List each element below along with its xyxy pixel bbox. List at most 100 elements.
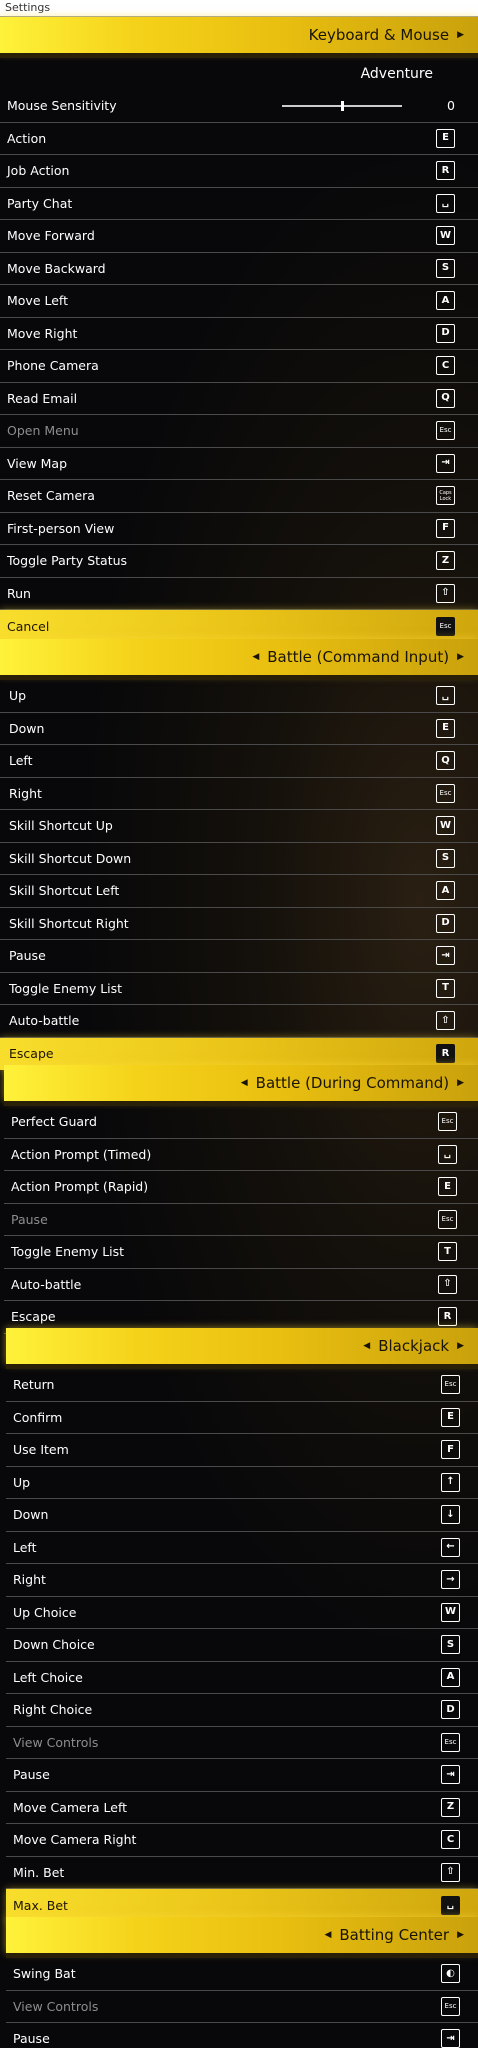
setting-row-view-controls[interactable]: View Controls Esc: [6, 1727, 478, 1759]
chevron-left-icon[interactable]: ◀: [241, 1078, 248, 1088]
setting-row-party-chat[interactable]: Party Chat ␣: [0, 188, 478, 220]
key-e-icon[interactable]: E: [436, 718, 455, 738]
key-t-icon[interactable]: T: [436, 978, 455, 998]
key-z-icon[interactable]: Z: [441, 1797, 460, 1817]
key-esc-icon[interactable]: Esc: [441, 1375, 460, 1395]
setting-row-toggle-enemy-list[interactable]: Toggle Enemy List T: [0, 973, 478, 1005]
setting-row-min-bet[interactable]: Min. Bet ⇧: [6, 1857, 478, 1889]
section-header[interactable]: ◀ Blackjack ▶: [6, 1328, 478, 1369]
key-w-icon[interactable]: W: [436, 226, 455, 246]
arrow-down-key-icon[interactable]: ↓: [441, 1505, 460, 1525]
key-z-icon[interactable]: Z: [436, 551, 455, 571]
chevron-right-icon[interactable]: ▶: [457, 1930, 464, 1940]
shift-key-icon[interactable]: ⇧: [436, 1011, 455, 1031]
setting-row-skill-shortcut-right[interactable]: Skill Shortcut Right D: [0, 908, 478, 940]
key-esc-icon[interactable]: Esc: [436, 616, 455, 636]
key-esc-icon[interactable]: Esc: [441, 1996, 460, 2016]
setting-row-use-item[interactable]: Use Item F: [6, 1434, 478, 1467]
setting-row-left[interactable]: Left ←: [6, 1532, 478, 1564]
key-c-icon[interactable]: C: [436, 356, 455, 376]
setting-row-up-choice[interactable]: Up Choice W: [6, 1597, 478, 1629]
setting-row-read-email[interactable]: Read Email Q: [0, 383, 478, 415]
mouse-left-button-icon[interactable]: ◐: [441, 1964, 460, 1984]
key-w-icon[interactable]: W: [441, 1602, 460, 1622]
setting-row-phone-camera[interactable]: Phone Camera C: [0, 350, 478, 383]
setting-row-left-choice[interactable]: Left Choice A: [6, 1662, 478, 1694]
setting-row-move-camera-left[interactable]: Move Camera Left Z: [6, 1792, 478, 1824]
setting-row-auto-battle[interactable]: Auto-battle ⇧: [4, 1269, 478, 1301]
caps-lock-key-icon[interactable]: Caps Lock: [436, 486, 455, 506]
setting-row-pause[interactable]: Pause ⇥: [6, 2023, 478, 2048]
setting-row-reset-camera[interactable]: Reset Camera Caps Lock: [0, 480, 478, 513]
key-s-icon[interactable]: S: [436, 258, 455, 278]
setting-row-pause[interactable]: Pause ⇥: [0, 940, 478, 973]
key-esc-icon[interactable]: Esc: [438, 1209, 457, 1229]
setting-row-perfect-guard[interactable]: Perfect Guard Esc: [4, 1106, 478, 1139]
arrow-left-key-icon[interactable]: ←: [441, 1537, 460, 1557]
key-a-icon[interactable]: A: [441, 1667, 460, 1687]
shift-key-icon[interactable]: ⇧: [438, 1274, 457, 1294]
setting-row-right[interactable]: Right →: [6, 1564, 478, 1597]
tab-key-icon[interactable]: ⇥: [441, 2029, 460, 2048]
key-esc-icon[interactable]: Esc: [438, 1112, 457, 1132]
setting-row-open-menu[interactable]: Open Menu Esc: [0, 415, 478, 448]
section-header[interactable]: ◀ Battle (Command Input) ▶: [0, 639, 478, 680]
setting-row-pause[interactable]: Pause Esc: [4, 1204, 478, 1236]
key-e-icon[interactable]: E: [436, 128, 455, 148]
setting-row-move-camera-right[interactable]: Move Camera Right C: [6, 1824, 478, 1857]
setting-row-right[interactable]: Right Esc: [0, 778, 478, 810]
key-w-icon[interactable]: W: [436, 816, 455, 836]
setting-row-toggle-party-status[interactable]: Toggle Party Status Z: [0, 545, 478, 578]
setting-row-swing-bat[interactable]: Swing Bat ◐: [6, 1958, 478, 1991]
shift-key-icon[interactable]: ⇧: [441, 1862, 460, 1882]
chevron-right-icon[interactable]: ▶: [457, 1341, 464, 1351]
setting-row-first-person-view[interactable]: First-person View F: [0, 513, 478, 545]
setting-row-confirm[interactable]: Confirm E: [6, 1402, 478, 1434]
mouse-sensitivity-row[interactable]: Mouse Sensitivity 0: [0, 90, 478, 123]
chevron-right-icon[interactable]: ▶: [457, 652, 464, 662]
setting-row-up[interactable]: Up ↑: [6, 1467, 478, 1499]
setting-row-skill-shortcut-up[interactable]: Skill Shortcut Up W: [0, 810, 478, 843]
setting-row-action-prompt-rapid[interactable]: Action Prompt (Rapid) E: [4, 1171, 478, 1204]
setting-row-move-right[interactable]: Move Right D: [0, 318, 478, 350]
key-q-icon[interactable]: Q: [436, 388, 455, 408]
setting-row-auto-battle[interactable]: Auto-battle ⇧: [0, 1005, 478, 1038]
setting-row-action[interactable]: Action E: [0, 123, 478, 155]
key-d-icon[interactable]: D: [436, 323, 455, 343]
key-esc-icon[interactable]: Esc: [441, 1732, 460, 1752]
key-t-icon[interactable]: T: [438, 1242, 457, 1262]
section-header[interactable]: ◀ Battle (During Command) ▶: [4, 1065, 478, 1106]
section-header[interactable]: Keyboard & Mouse ▶: [0, 17, 478, 58]
chevron-left-icon[interactable]: ◀: [324, 1930, 331, 1940]
key-r-icon[interactable]: R: [438, 1307, 457, 1327]
key-e-icon[interactable]: E: [438, 1177, 457, 1197]
key-f-icon[interactable]: F: [441, 1440, 460, 1460]
setting-row-right-choice[interactable]: Right Choice D: [6, 1694, 478, 1727]
setting-row-pause[interactable]: Pause ⇥: [6, 1759, 478, 1792]
slider-handle[interactable]: [341, 100, 344, 111]
setting-row-up[interactable]: Up ␣: [0, 680, 478, 713]
chevron-left-icon[interactable]: ◀: [252, 652, 259, 662]
setting-row-view-map[interactable]: View Map ⇥: [0, 448, 478, 480]
key-q-icon[interactable]: Q: [436, 751, 455, 771]
space-key-icon[interactable]: ␣: [438, 1144, 457, 1164]
setting-row-move-left[interactable]: Move Left A: [0, 285, 478, 318]
key-d-icon[interactable]: D: [441, 1700, 460, 1720]
arrow-right-key-icon[interactable]: →: [441, 1570, 460, 1590]
setting-row-down[interactable]: Down ↓: [6, 1499, 478, 1532]
setting-row-down[interactable]: Down E: [0, 713, 478, 745]
setting-row-down-choice[interactable]: Down Choice S: [6, 1629, 478, 1662]
key-d-icon[interactable]: D: [436, 913, 455, 933]
setting-row-action-prompt-timed[interactable]: Action Prompt (Timed) ␣: [4, 1139, 478, 1171]
arrow-up-key-icon[interactable]: ↑: [441, 1472, 460, 1492]
space-key-icon[interactable]: ␣: [436, 686, 455, 706]
setting-row-return[interactable]: Return Esc: [6, 1369, 478, 1402]
key-r-icon[interactable]: R: [436, 161, 455, 181]
setting-row-left[interactable]: Left Q: [0, 745, 478, 778]
chevron-left-icon[interactable]: ◀: [363, 1341, 370, 1351]
setting-row-skill-shortcut-down[interactable]: Skill Shortcut Down S: [0, 843, 478, 875]
setting-row-move-backward[interactable]: Move Backward S: [0, 253, 478, 285]
key-esc-icon[interactable]: Esc: [436, 783, 455, 803]
tab-key-icon[interactable]: ⇥: [441, 1765, 460, 1785]
setting-row-run[interactable]: Run ⇧: [0, 578, 478, 610]
